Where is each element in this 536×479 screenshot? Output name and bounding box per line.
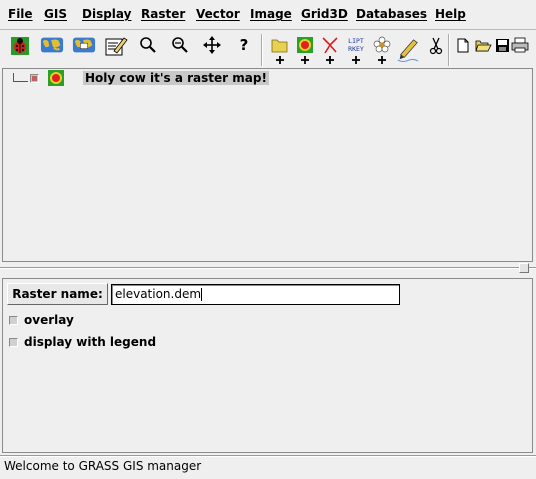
pan-button[interactable] <box>200 35 224 65</box>
menu-raster[interactable]: Raster <box>141 7 185 21</box>
add-vector-button[interactable] <box>318 35 342 65</box>
menu-display[interactable]: Display <box>82 7 131 21</box>
eraser-icon <box>105 37 128 56</box>
add-command-button[interactable] <box>370 35 394 65</box>
raster-layer-icon <box>48 70 64 86</box>
pane-splitter[interactable] <box>0 262 536 276</box>
erase-display-button[interactable] <box>104 35 128 65</box>
layer-visibility-checkbox[interactable] <box>30 74 39 83</box>
print-button[interactable] <box>508 35 532 65</box>
add-legend-button[interactable]: LIPT RKEY <box>344 35 368 65</box>
svg-text:?: ? <box>240 36 249 54</box>
world-map-multi-icon <box>72 37 96 53</box>
tree-connector <box>13 81 28 82</box>
world-map-icon <box>40 37 64 53</box>
text-cursor <box>201 288 203 301</box>
menu-file[interactable]: File <box>8 7 33 21</box>
raster-name-input[interactable]: elevation.dem <box>111 284 400 305</box>
new-file-icon <box>457 38 469 53</box>
menu-image[interactable]: Image <box>250 7 292 21</box>
flower-add-icon <box>373 36 391 64</box>
toolbar: ? LIPT RKEY <box>0 32 536 68</box>
vector-add-icon <box>322 37 338 64</box>
raster-name-button[interactable]: Raster name: <box>7 283 108 305</box>
menu-bar: File GIS Display Raster Vector Image Gri… <box>0 0 536 28</box>
query-button[interactable]: ? <box>232 35 256 65</box>
overlay-label: overlay <box>24 313 74 327</box>
display-active-button[interactable] <box>40 35 64 65</box>
zoom-out-button[interactable] <box>168 35 192 65</box>
question-icon: ? <box>240 36 249 54</box>
menu-databases[interactable]: Databases <box>356 7 427 21</box>
printer-icon <box>511 37 529 53</box>
zoom-out-icon <box>172 37 188 53</box>
ladybug-icon <box>11 37 29 55</box>
legend-icon-line-2: RKEY <box>348 45 364 53</box>
menu-separator <box>0 29 536 30</box>
toolbar-separator <box>261 34 263 66</box>
splitter-highlight <box>0 268 536 269</box>
legend-label: display with legend <box>24 335 157 349</box>
layer-name[interactable]: Holy cow it's a raster map! <box>83 71 269 85</box>
menu-vector[interactable]: Vector <box>196 7 240 21</box>
menu-grid3d[interactable]: Grid3D <box>301 7 348 21</box>
menu-gis[interactable]: GIS <box>44 7 67 21</box>
legend-add-icon: LIPT RKEY <box>348 37 364 64</box>
layer-options-panel: Raster name: elevation.dem overlay displ… <box>2 278 533 453</box>
scissors-icon <box>429 37 443 55</box>
raster-name-value: elevation.dem <box>115 287 202 301</box>
remove-layer-button[interactable] <box>424 35 448 65</box>
add-raster-button[interactable] <box>293 35 317 65</box>
splitter-handle[interactable] <box>519 263 529 273</box>
add-labels-button[interactable] <box>396 35 420 65</box>
layer-tree[interactable]: Holy cow it's a raster map! <box>2 68 533 262</box>
start-monitor-button[interactable] <box>8 35 32 65</box>
status-bar: Welcome to GRASS GIS manager <box>4 459 202 473</box>
pan-arrows-icon <box>203 36 221 54</box>
folder-add-icon <box>271 39 288 64</box>
legend-checkbox[interactable] <box>9 338 18 347</box>
zoom-in-button[interactable] <box>136 35 160 65</box>
raster-name-label: Raster name: <box>12 287 103 301</box>
status-separator-highlight <box>0 456 536 457</box>
menu-help[interactable]: Help <box>435 7 466 21</box>
zoom-in-icon <box>140 37 156 53</box>
pencil-icon <box>397 39 419 63</box>
legend-icon-line-1: LIPT <box>348 37 364 45</box>
display-all-button[interactable] <box>72 35 96 65</box>
toolbar-separator <box>448 34 450 66</box>
overlay-checkbox[interactable] <box>9 316 18 325</box>
add-group-button[interactable] <box>268 35 292 65</box>
raster-add-icon <box>297 37 313 64</box>
